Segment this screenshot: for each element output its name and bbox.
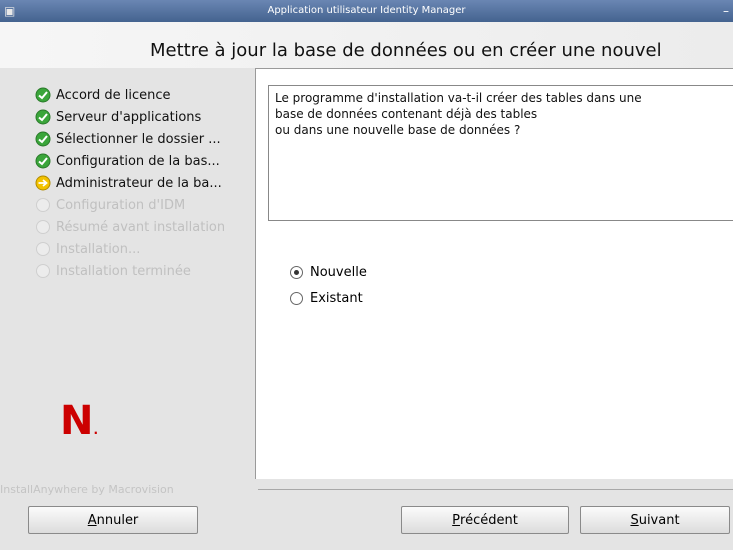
step-label: Installation terminée [56,263,191,279]
step-item: Résumé avant installation [34,216,225,238]
pending-icon [34,240,52,258]
window-title: Application utilisateur Identity Manager [267,5,466,16]
check-icon [34,130,52,148]
next-label: uivant [638,512,680,528]
check-icon [34,108,52,126]
logo-dot: . [93,423,99,437]
pending-icon [34,218,52,236]
radio-label[interactable]: Existant [310,291,363,306]
database-option-group: Nouvelle Existant [290,259,367,311]
step-item: Installation terminée [34,260,225,282]
title-bar[interactable]: ▣ Application utilisateur Identity Manag… [0,0,733,22]
question-text: Le programme d'installation va-t-il crée… [275,91,642,137]
cancel-button[interactable]: Annuler [28,506,198,534]
step-item: Sélectionner le dossier ... [34,128,225,150]
pending-icon [34,262,52,280]
steps-panel: Accord de licence Serveur d'applications… [0,68,255,478]
step-label: Accord de licence [56,87,171,103]
content-panel: Le programme d'installation va-t-il crée… [255,68,733,479]
cancel-label: nnuler [96,512,139,528]
page-title: Mettre à jour la base de données ou en c… [150,40,662,61]
radio-selected-icon[interactable] [290,265,303,279]
installer-window: ▣ Application utilisateur Identity Manag… [0,0,733,550]
radio-existant[interactable]: Existant [290,285,367,311]
step-label: Installation... [56,241,141,257]
logo-letter: N [60,398,94,444]
step-item: Configuration de la bas... [34,150,225,172]
previous-button[interactable]: Précédent [401,506,569,534]
step-item: Configuration d'IDM [34,194,225,216]
previous-label: récédent [460,512,518,528]
previous-mnemonic: P [452,512,461,528]
step-label: Serveur d'applications [56,109,202,125]
pending-icon [34,196,52,214]
next-mnemonic: S [630,512,639,528]
question-textarea[interactable]: Le programme d'installation va-t-il crée… [268,85,733,221]
step-item: Serveur d'applications [34,106,225,128]
step-label: Configuration d'IDM [56,197,186,213]
radio-nouvelle[interactable]: Nouvelle [290,259,367,285]
step-item: Accord de licence [34,84,225,106]
arrow-icon [34,174,52,192]
check-icon [34,86,52,104]
radio-unselected-icon[interactable] [290,291,303,305]
step-label: Sélectionner le dossier ... [56,131,221,147]
cancel-mnemonic: A [87,512,97,528]
steps-list: Accord de licence Serveur d'applications… [34,84,225,282]
vendor-label: InstallAnywhere by Macrovision [0,483,174,496]
next-button[interactable]: Suivant [580,506,730,534]
novell-logo: N. [60,398,98,444]
step-label: Administrateur de la ba... [56,175,222,191]
step-item: Administrateur de la ba... [34,172,225,194]
footer-divider [258,489,733,490]
step-item: Installation... [34,238,225,260]
check-icon [34,152,52,170]
step-label: Configuration de la bas... [56,153,220,169]
radio-label[interactable]: Nouvelle [310,265,367,280]
page-header: Mettre à jour la base de données ou en c… [0,22,733,68]
minimize-icon[interactable]: – [723,4,733,18]
step-label: Résumé avant installation [56,219,226,235]
